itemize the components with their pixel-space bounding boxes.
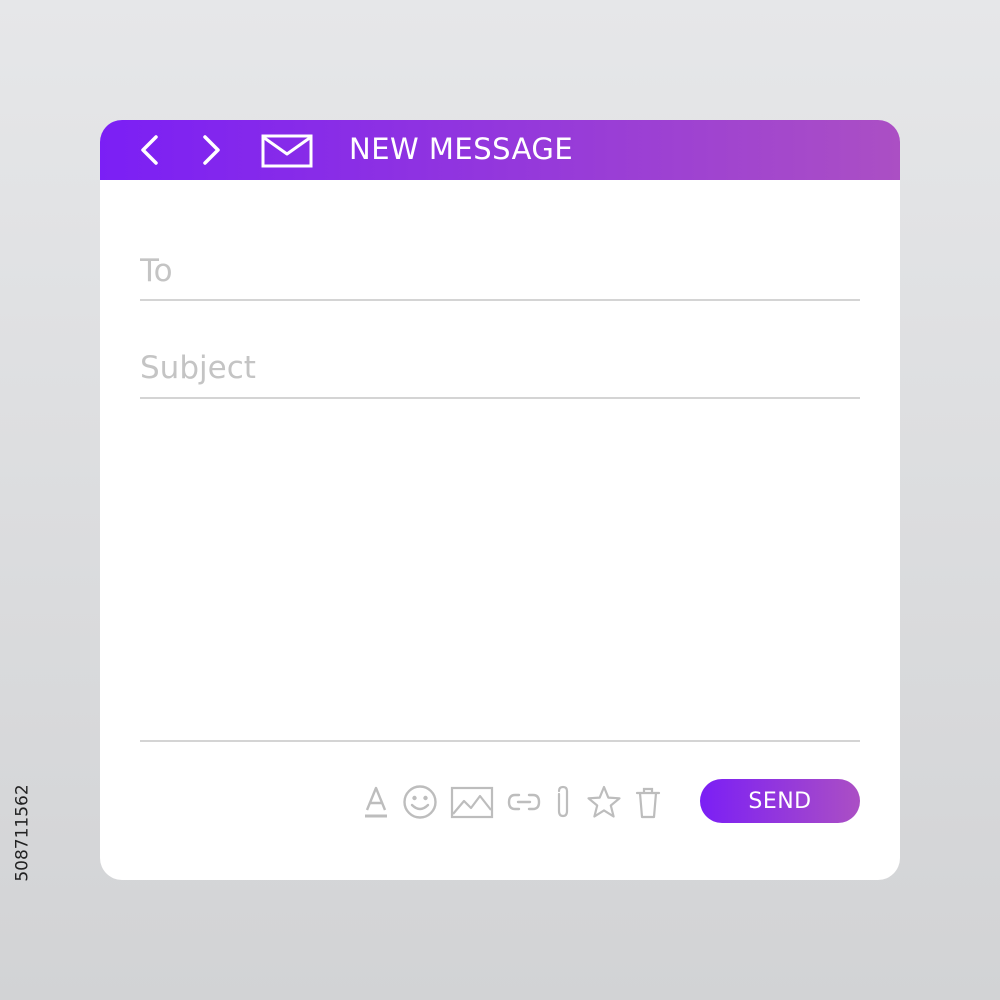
text-format-icon [365,786,387,818]
window-title: NEW MESSAGE [349,132,574,166]
trash-icon [635,787,661,819]
stock-id-text: 508711562 [13,784,33,882]
subject-input[interactable] [140,338,860,397]
compose-window: NEW MESSAGE To Subject SEND [100,120,900,880]
back-button[interactable] [134,134,164,166]
insert-image-button[interactable] [450,784,494,820]
emoji-icon [403,785,437,819]
envelope-icon [261,134,313,168]
to-input[interactable] [140,242,860,299]
favorite-button[interactable] [586,784,622,820]
star-icon [587,785,621,818]
attachment-icon [557,785,569,818]
link-icon [507,793,541,811]
subject-field [140,338,860,399]
text-format-button[interactable] [362,784,390,820]
chevron-right-icon [203,135,220,165]
send-button[interactable]: SEND [700,779,860,823]
stock-id-label: 508711562 [8,768,38,898]
emoji-button[interactable] [402,784,438,820]
delete-button[interactable] [634,784,662,820]
insert-link-button[interactable] [506,784,542,820]
attach-file-button[interactable] [552,784,574,820]
forward-button[interactable] [197,134,227,166]
image-icon [450,786,494,819]
compose-title-bar: NEW MESSAGE [100,120,900,180]
body-divider [140,740,860,742]
chevron-left-icon [141,135,158,165]
message-body-input[interactable] [140,402,860,738]
to-field [140,242,860,301]
